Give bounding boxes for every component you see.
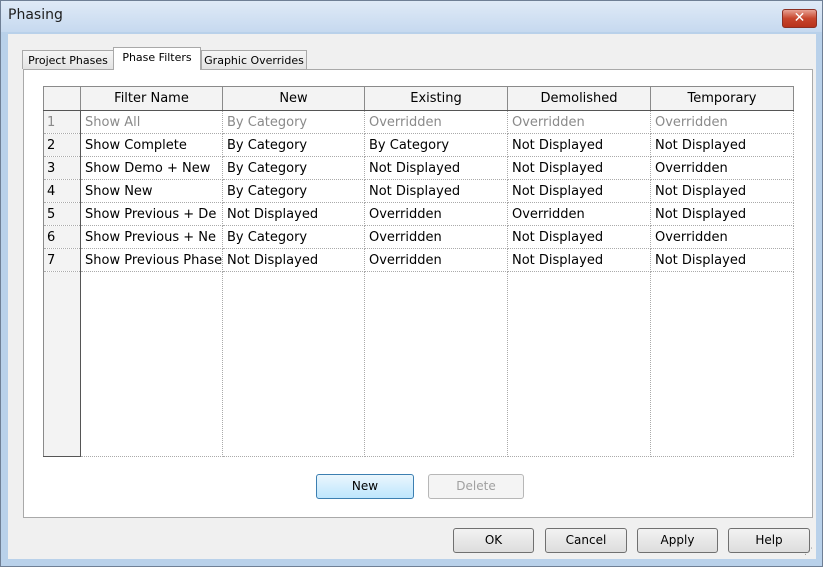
new-filter-button[interactable]: New [316, 474, 414, 499]
existing-cell[interactable]: Not Displayed [364, 156, 508, 180]
row-number[interactable]: 3 [43, 156, 81, 180]
title-bar[interactable]: Phasing ✕ [1, 1, 822, 32]
column-header-temporary[interactable]: Temporary [650, 86, 794, 111]
tab-phase-filters[interactable]: Phase Filters [113, 47, 201, 70]
temporary-cell[interactable]: Not Displayed [650, 179, 794, 203]
table-row[interactable]: 2 Show Complete By Category By Category … [43, 133, 794, 157]
new-cell[interactable]: By Category [222, 225, 365, 249]
demolished-cell[interactable]: Not Displayed [507, 248, 651, 272]
ok-button[interactable]: OK [453, 528, 534, 553]
row-number-header [43, 86, 81, 111]
table-row[interactable]: 4 Show New By Category Not Displayed Not… [43, 179, 794, 203]
temporary-cell[interactable]: Overridden [650, 156, 794, 180]
filter-name-cell[interactable]: Show Demo + New [80, 156, 223, 180]
help-button[interactable]: Help [728, 528, 810, 553]
empty-cell [222, 271, 365, 457]
temporary-cell[interactable]: Overridden [650, 225, 794, 249]
table-row[interactable]: 1 Show All By Category Overridden Overri… [43, 110, 794, 134]
existing-cell[interactable]: Overridden [364, 225, 508, 249]
row-number[interactable]: 1 [43, 110, 81, 134]
demolished-cell[interactable]: Not Displayed [507, 133, 651, 157]
table-header-row: Filter Name New Existing Demolished Temp… [43, 86, 794, 111]
demolished-cell[interactable]: Not Displayed [507, 179, 651, 203]
temporary-cell: Overridden [650, 110, 794, 134]
row-number[interactable]: 7 [43, 248, 81, 272]
table-row[interactable]: 7 Show Previous Phase Not Displayed Over… [43, 248, 794, 272]
tab-graphic-overrides[interactable]: Graphic Overrides [201, 50, 307, 69]
existing-cell[interactable]: Overridden [364, 248, 508, 272]
delete-filter-button[interactable]: Delete [428, 474, 524, 499]
temporary-cell[interactable]: Not Displayed [650, 133, 794, 157]
column-header-new[interactable]: New [222, 86, 365, 111]
phasing-dialog: Phasing ✕ Project Phases Phase Filters G… [0, 0, 823, 567]
empty-cell [80, 271, 223, 457]
temporary-cell[interactable]: Not Displayed [650, 248, 794, 272]
filter-name-cell: Show All [80, 110, 223, 134]
delete-filter-button-label: Delete [456, 479, 496, 493]
empty-table-area [43, 271, 794, 457]
filter-name-cell[interactable]: Show Previous + Ne [80, 225, 223, 249]
table-row[interactable]: 6 Show Previous + Ne By Category Overrid… [43, 225, 794, 249]
new-filter-button-label: New [351, 479, 379, 493]
tab-project-phases[interactable]: Project Phases [22, 50, 114, 69]
table-row[interactable]: 3 Show Demo + New By Category Not Displa… [43, 156, 794, 180]
temporary-cell[interactable]: Not Displayed [650, 202, 794, 226]
phase-filters-table: Filter Name New Existing Demolished Temp… [43, 86, 794, 457]
row-number-empty [43, 271, 81, 457]
empty-cell [650, 271, 794, 457]
new-cell: By Category [222, 110, 365, 134]
demolished-cell[interactable]: Not Displayed [507, 156, 651, 180]
row-number[interactable]: 5 [43, 202, 81, 226]
dialog-client-area: Project Phases Phase Filters Graphic Ove… [8, 34, 816, 559]
tab-label: Graphic Overrides [204, 54, 304, 67]
filter-name-cell[interactable]: Show New [80, 179, 223, 203]
existing-cell[interactable]: Not Displayed [364, 179, 508, 203]
demolished-cell[interactable]: Overridden [507, 202, 651, 226]
row-number[interactable]: 4 [43, 179, 81, 203]
filter-name-cell[interactable]: Show Previous Phase [80, 248, 223, 272]
new-cell[interactable]: By Category [222, 156, 365, 180]
apply-button-label: Apply [660, 533, 695, 547]
row-number[interactable]: 2 [43, 133, 81, 157]
table-row[interactable]: 5 Show Previous + De Not Displayed Overr… [43, 202, 794, 226]
new-cell[interactable]: By Category [222, 133, 365, 157]
new-cell[interactable]: Not Displayed [222, 202, 365, 226]
column-header-filter-name[interactable]: Filter Name [80, 86, 223, 111]
tab-label: Phase Filters [122, 51, 192, 64]
existing-cell: Overridden [364, 110, 508, 134]
ok-button-label: OK [484, 533, 503, 547]
resize-grip-icon[interactable]: ⋰ [804, 547, 814, 557]
row-number[interactable]: 6 [43, 225, 81, 249]
close-button[interactable]: ✕ [782, 9, 817, 28]
empty-cell [364, 271, 508, 457]
new-cell[interactable]: By Category [222, 179, 365, 203]
existing-cell[interactable]: Overridden [364, 202, 508, 226]
filter-name-cell[interactable]: Show Complete [80, 133, 223, 157]
phase-filters-panel: Filter Name New Existing Demolished Temp… [23, 69, 813, 518]
column-header-demolished[interactable]: Demolished [507, 86, 651, 111]
window-title: Phasing [8, 7, 63, 23]
new-cell[interactable]: Not Displayed [222, 248, 365, 272]
close-icon: ✕ [793, 10, 806, 26]
apply-button[interactable]: Apply [637, 528, 718, 553]
cancel-button[interactable]: Cancel [545, 528, 627, 553]
empty-cell [507, 271, 651, 457]
help-button-label: Help [755, 533, 783, 547]
cancel-button-label: Cancel [565, 533, 607, 547]
demolished-cell: Overridden [507, 110, 651, 134]
filter-name-cell[interactable]: Show Previous + De [80, 202, 223, 226]
existing-cell[interactable]: By Category [364, 133, 508, 157]
demolished-cell[interactable]: Not Displayed [507, 225, 651, 249]
column-header-existing[interactable]: Existing [364, 86, 508, 111]
tab-label: Project Phases [28, 54, 108, 67]
